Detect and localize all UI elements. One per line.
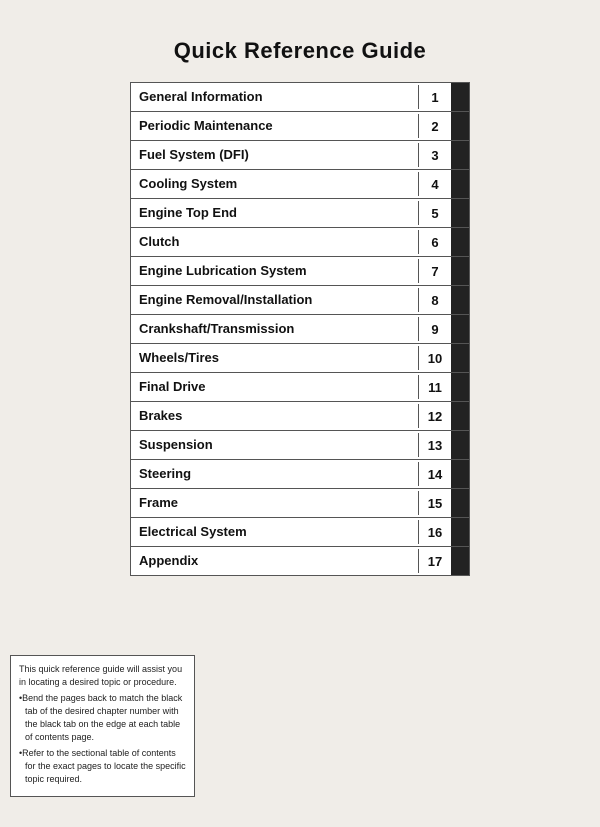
table-row[interactable]: Crankshaft/Transmission9 — [130, 314, 470, 343]
row-number: 17 — [419, 550, 451, 573]
row-number: 4 — [419, 173, 451, 196]
row-tab — [451, 141, 469, 169]
row-label: Cooling System — [131, 172, 419, 197]
row-number: 5 — [419, 202, 451, 225]
row-number: 15 — [419, 492, 451, 515]
table-row[interactable]: Engine Top End5 — [130, 198, 470, 227]
row-tab — [451, 257, 469, 285]
row-label: Fuel System (DFI) — [131, 143, 419, 168]
table-row[interactable]: Brakes12 — [130, 401, 470, 430]
table-row[interactable]: Wheels/Tires10 — [130, 343, 470, 372]
row-label: Engine Removal/Installation — [131, 288, 419, 313]
table-row[interactable]: General Information1 — [130, 82, 470, 111]
row-label: Appendix — [131, 549, 419, 574]
row-label: Frame — [131, 491, 419, 516]
row-label: General Information — [131, 85, 419, 110]
row-tab — [451, 402, 469, 430]
row-tab — [451, 170, 469, 198]
row-label: Suspension — [131, 433, 419, 458]
table-row[interactable]: Engine Removal/Installation8 — [130, 285, 470, 314]
row-number: 1 — [419, 86, 451, 109]
row-label: Clutch — [131, 230, 419, 255]
row-tab — [451, 344, 469, 372]
row-tab — [451, 199, 469, 227]
table-row[interactable]: Engine Lubrication System7 — [130, 256, 470, 285]
row-number: 7 — [419, 260, 451, 283]
row-label: Wheels/Tires — [131, 346, 419, 371]
table-row[interactable]: Steering14 — [130, 459, 470, 488]
row-tab — [451, 315, 469, 343]
table-row[interactable]: Frame15 — [130, 488, 470, 517]
table-row[interactable]: Fuel System (DFI)3 — [130, 140, 470, 169]
row-tab — [451, 547, 469, 575]
table-row[interactable]: Clutch6 — [130, 227, 470, 256]
row-tab — [451, 83, 469, 111]
row-label: Engine Top End — [131, 201, 419, 226]
table-row[interactable]: Suspension13 — [130, 430, 470, 459]
row-label: Brakes — [131, 404, 419, 429]
row-tab — [451, 112, 469, 140]
row-label: Electrical System — [131, 520, 419, 545]
note-bullet2: •Refer to the sectional table of content… — [19, 747, 186, 786]
row-number: 11 — [419, 376, 451, 399]
row-number: 8 — [419, 289, 451, 312]
row-label: Final Drive — [131, 375, 419, 400]
row-number: 2 — [419, 115, 451, 138]
row-number: 6 — [419, 231, 451, 254]
row-tab — [451, 489, 469, 517]
table-row[interactable]: Periodic Maintenance2 — [130, 111, 470, 140]
row-label: Steering — [131, 462, 419, 487]
table-row[interactable]: Cooling System4 — [130, 169, 470, 198]
note-box: This quick reference guide will assist y… — [10, 655, 195, 797]
title-section: Quick Reference Guide — [0, 0, 600, 82]
row-tab — [451, 431, 469, 459]
row-tab — [451, 460, 469, 488]
row-label: Engine Lubrication System — [131, 259, 419, 284]
row-number: 13 — [419, 434, 451, 457]
table-row[interactable]: Electrical System16 — [130, 517, 470, 546]
table-row[interactable]: Final Drive11 — [130, 372, 470, 401]
row-number: 12 — [419, 405, 451, 428]
row-number: 16 — [419, 521, 451, 544]
row-number: 10 — [419, 347, 451, 370]
row-number: 9 — [419, 318, 451, 341]
row-label: Periodic Maintenance — [131, 114, 419, 139]
row-tab — [451, 373, 469, 401]
row-label: Crankshaft/Transmission — [131, 317, 419, 342]
page-title: Quick Reference Guide — [0, 38, 600, 64]
reference-table: General Information1Periodic Maintenance… — [130, 82, 470, 576]
row-number: 3 — [419, 144, 451, 167]
row-number: 14 — [419, 463, 451, 486]
row-tab — [451, 286, 469, 314]
page: Quick Reference Guide General Informatio… — [0, 0, 600, 827]
row-tab — [451, 518, 469, 546]
note-intro: This quick reference guide will assist y… — [19, 663, 186, 689]
table-row[interactable]: Appendix17 — [130, 546, 470, 576]
row-tab — [451, 228, 469, 256]
note-bullet1: •Bend the pages back to match the black … — [19, 692, 186, 744]
